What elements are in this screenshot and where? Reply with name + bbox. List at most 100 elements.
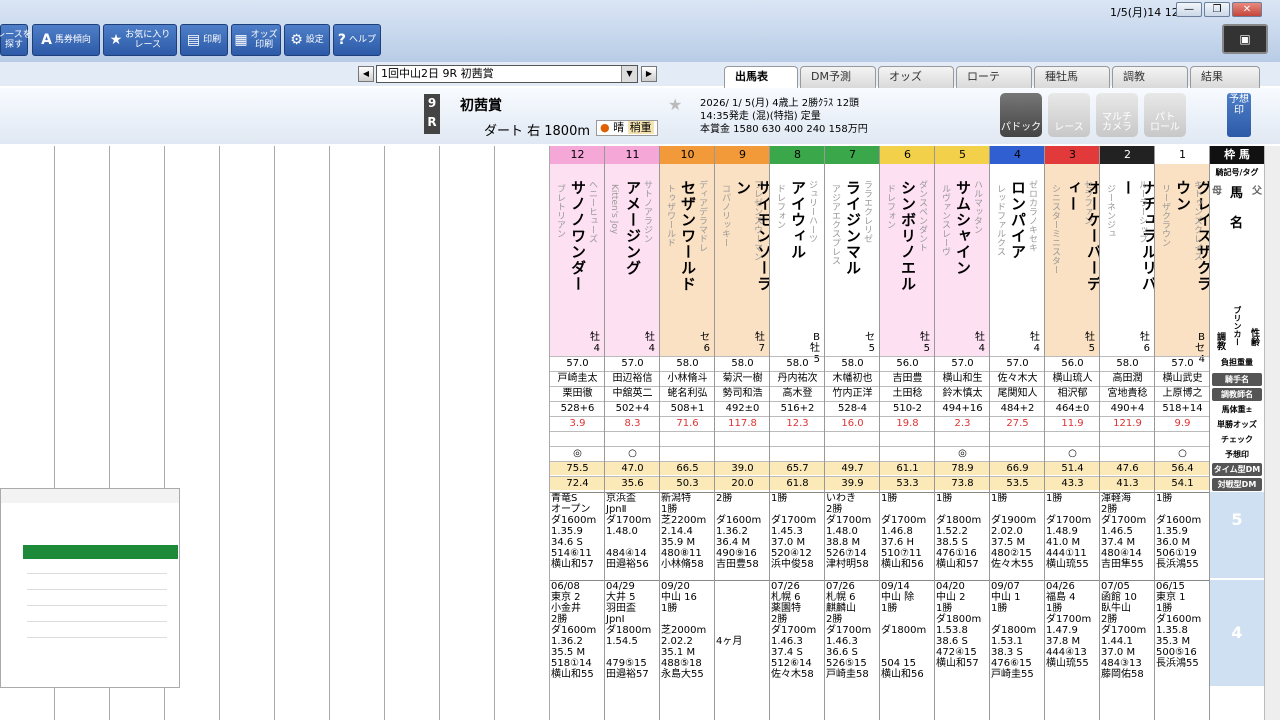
check-cell[interactable] bbox=[935, 431, 989, 445]
check-cell[interactable] bbox=[880, 431, 934, 445]
horse-column[interactable]: 11 Kitten's Joy アメージング サトノアラジン牡 4 57.0 田辺裕信 中舘… bbox=[605, 146, 660, 720]
horse-column[interactable]: 8 ドレフォン アイウィル ジュリーハーツ B 牡 5 58.0 丹内祐次 高木登 516+2 1… bbox=[770, 146, 825, 720]
past-race-2[interactable]: 06/08 東京 2 小金井 2勝 ダ1600m 1.36.2 35.5 M 5… bbox=[550, 580, 604, 686]
horse-name-block[interactable]: コパノリッキー サイモンソーラン フレゼンスウーマン bbox=[715, 180, 769, 300]
prediction-mark[interactable] bbox=[990, 446, 1044, 460]
jockey[interactable]: 高田潤 bbox=[1100, 371, 1154, 385]
tab-shutsuba[interactable]: 出馬表 bbox=[724, 66, 798, 88]
prediction-mark-button[interactable]: 予想印 bbox=[1227, 93, 1251, 137]
prediction-mark[interactable]: ○ bbox=[1155, 446, 1209, 460]
past-race-1[interactable]: 2勝 ダ1600m 1.36.2 36.4 M 490⑨16 吉田豊58 bbox=[715, 492, 769, 580]
horse-name-block[interactable]: Kitten's Joy アメージング サトノアラジン bbox=[605, 180, 659, 300]
jockey[interactable]: 佐々木大 bbox=[990, 371, 1044, 385]
race-video-button[interactable]: レース bbox=[1048, 93, 1090, 137]
horse-name-block[interactable]: リーザクラウン グレイスザクラウン キトゥンズクレイス bbox=[1155, 180, 1209, 300]
past-race-1[interactable]: 京浜盃 JpnⅡ ダ1700m 1.48.0 484④14 田邉裕56 bbox=[605, 492, 659, 580]
past-race-2[interactable]: 06/15 東京 1 1勝 ダ1600m 1.35.8 35.3 M 500⑤1… bbox=[1155, 580, 1209, 686]
tab-chokyo[interactable]: 調教 bbox=[1112, 66, 1188, 88]
check-cell[interactable] bbox=[715, 431, 769, 445]
prediction-mark[interactable] bbox=[660, 446, 714, 460]
horse-column[interactable]: 6 ドレフォン シンボリノエル ダンスペンダント牡 5 56.0 吉田豊 土田稔 510-2 1… bbox=[880, 146, 935, 720]
trainer[interactable]: 栗田徹 bbox=[550, 386, 604, 400]
past-race-1[interactable]: 1勝 ダ1700m 1.48.9 41.0 M 444①11 横山琉55 bbox=[1045, 492, 1099, 580]
past-race-1[interactable]: 1勝 ダ1700m 1.46.8 37.6 H 510⑦11 横山和56 bbox=[880, 492, 934, 580]
past-race-1[interactable]: 1勝 ダ1900m 2.02.0 37.5 M 480②15 佐々木55 bbox=[990, 492, 1044, 580]
multi-camera-button[interactable]: マルチ カメラ bbox=[1096, 93, 1138, 137]
trend-button[interactable]: A 馬券傾向 bbox=[32, 24, 100, 56]
search-race-button[interactable]: レースを 探す bbox=[0, 24, 32, 56]
jockey[interactable]: 小林脩斗 bbox=[660, 371, 714, 385]
trainer[interactable]: 蛯名利弘 bbox=[660, 386, 714, 400]
tab-odds[interactable]: オッズ bbox=[878, 66, 954, 88]
print-button[interactable]: ▤ 印刷 bbox=[180, 24, 228, 56]
jockey[interactable]: 田辺裕信 bbox=[605, 371, 659, 385]
favorite-race-button[interactable]: ★ お気に入り レース bbox=[103, 24, 177, 56]
horse-name-block[interactable]: ドレフォン アイウィル ジュリーハーツ bbox=[770, 180, 824, 300]
jockey[interactable]: 菊沢一樹 bbox=[715, 371, 769, 385]
check-cell[interactable] bbox=[550, 431, 604, 445]
past-race-2[interactable]: 04/29 大井 5 羽田盃 JpnⅠ ダ1800m 1.54.5 479⑤15… bbox=[605, 580, 659, 686]
check-cell[interactable] bbox=[605, 431, 659, 445]
prediction-mark[interactable] bbox=[825, 446, 879, 460]
tab-dm[interactable]: DM予測 bbox=[800, 66, 876, 88]
past-race-2[interactable]: 09/20 中山 16 1勝 芝2000m 2.02.2 35.1 M 488⑤… bbox=[660, 580, 714, 686]
horse-column[interactable]: 2 ジーネンジュ ナチュラルリバー ルーラーシップ牡 6 58.0 高田潤 宮地貴稔 490+… bbox=[1100, 146, 1155, 720]
horse-name-block[interactable]: ルヴァンスレーヴ サムシャイン ハルマッタン bbox=[935, 180, 989, 300]
trainer[interactable]: 勢司和浩 bbox=[715, 386, 769, 400]
help-button[interactable]: ? ヘルプ bbox=[333, 24, 381, 56]
check-cell[interactable] bbox=[1155, 431, 1209, 445]
past-race-1[interactable]: 渾軽海 2勝 ダ1700m 1.46.5 37.4 M 480④14 吉田隼55 bbox=[1100, 492, 1154, 580]
trainer[interactable]: 竹内正洋 bbox=[825, 386, 879, 400]
horse-name-block[interactable]: ドレフォン シンボリノエル ダンスペンダント bbox=[880, 180, 934, 300]
past-race-2[interactable]: 04/26 福島 4 1勝 ダ1700m 1.47.9 37.8 M 444④1… bbox=[1045, 580, 1099, 686]
horse-column[interactable]: 4 レッドファルクス ロンパイア ゼロカラノキセキ牡 4 57.0 佐々木大 尾関知人 484… bbox=[990, 146, 1045, 720]
trainer[interactable]: 相沢郁 bbox=[1045, 386, 1099, 400]
prediction-mark[interactable] bbox=[1100, 446, 1154, 460]
check-cell[interactable] bbox=[660, 431, 714, 445]
check-cell[interactable] bbox=[1100, 431, 1154, 445]
jockey[interactable]: 横山武史 bbox=[1155, 371, 1209, 385]
horse-name-block[interactable]: アジアエクスプレス ライジンマル ララエクレリゼ bbox=[825, 180, 879, 300]
horse-column[interactable]: 1 リーザクラウン グレイスザクラウン キトゥンズクレイス B セ 4 57.0 横山武史上… bbox=[1155, 146, 1210, 720]
tab-rote[interactable]: ローテ bbox=[956, 66, 1032, 88]
past-race-2[interactable]: 09/07 中山 1 1勝 ダ1800m 1.53.1 38.3 S 476⑥1… bbox=[990, 580, 1044, 686]
close-button[interactable]: ✕ bbox=[1232, 2, 1262, 17]
trainer[interactable]: 宮地貴稔 bbox=[1100, 386, 1154, 400]
check-cell[interactable] bbox=[990, 431, 1044, 445]
trainer[interactable]: 鈴木慎太 bbox=[935, 386, 989, 400]
prediction-mark[interactable]: ○ bbox=[605, 446, 659, 460]
prediction-mark[interactable] bbox=[880, 446, 934, 460]
trainer[interactable]: 高木登 bbox=[770, 386, 824, 400]
prediction-mark[interactable]: ○ bbox=[1045, 446, 1099, 460]
patrol-button[interactable]: パト ロール bbox=[1144, 93, 1186, 137]
horse-name-block[interactable]: トゥザワールド セザンワールド ディアデラマドレ bbox=[660, 180, 714, 300]
minimize-button[interactable]: — bbox=[1176, 2, 1202, 17]
check-cell[interactable] bbox=[1045, 431, 1099, 445]
prev-race-button[interactable]: ◀ bbox=[358, 66, 374, 82]
past-race-2[interactable]: 07/26 札幌 6 薬園特 2勝 ダ1700m 1.46.3 37.4 S 5… bbox=[770, 580, 824, 686]
check-cell[interactable] bbox=[770, 431, 824, 445]
trainer[interactable]: 上原博之 bbox=[1155, 386, 1209, 400]
trainer[interactable]: 土田稔 bbox=[880, 386, 934, 400]
past-race-1[interactable]: いわき 2勝 ダ1700m 1.48.0 38.8 M 526⑦14 津村明58 bbox=[825, 492, 879, 580]
past-race-1[interactable]: 1勝 ダ1800m 1.52.2 38.5 S 476①16 横山和57 bbox=[935, 492, 989, 580]
paddock-button[interactable]: パドック bbox=[1000, 93, 1042, 137]
horse-name-block[interactable]: レッドファルクス ロンパイア ゼロカラノキセキ bbox=[990, 180, 1044, 300]
settings-button[interactable]: ⚙ 設定 bbox=[284, 24, 330, 56]
odds-print-button[interactable]: ▦ オッズ 印刷 bbox=[231, 24, 281, 56]
horse-column[interactable]: 7 アジアエクスプレス ライジンマル ララエクレリゼセ 5 58.0 木幡初也 竹内正洋 52… bbox=[825, 146, 880, 720]
past-race-1[interactable]: 青竜S オープン ダ1600m 1.35.9 34.6 S 514⑥11 横山和… bbox=[550, 492, 604, 580]
horse-name-block[interactable]: シニスターミニスター オーケーバーディー セラファン bbox=[1045, 180, 1099, 300]
jockey[interactable]: 木幡初也 bbox=[825, 371, 879, 385]
prediction-mark[interactable]: ◎ bbox=[935, 446, 989, 460]
prediction-mark[interactable] bbox=[715, 446, 769, 460]
past-race-2[interactable]: 4ヶ月 bbox=[715, 580, 769, 686]
trainer[interactable]: 中舘英二 bbox=[605, 386, 659, 400]
check-cell[interactable] bbox=[825, 431, 879, 445]
race-select[interactable]: 1回中山2日 9R 初茜賞 ▼ bbox=[376, 65, 638, 83]
jockey[interactable]: 戸崎圭太 bbox=[550, 371, 604, 385]
past-race-1[interactable]: 新潟特 1勝 芝2200m 2.14.4 35.9 M 480⑧11 小林脩58 bbox=[660, 492, 714, 580]
past-race-2[interactable]: 07/05 函館 10 臥牛山 2勝 ダ1700m 1.44.1 37.0 M … bbox=[1100, 580, 1154, 686]
tab-sire[interactable]: 種牡馬 bbox=[1034, 66, 1110, 88]
horse-column[interactable]: 10 トゥザワールド セザンワールド ディアデラマドレセ 6 58.0 小林脩斗 蛯名利弘 5… bbox=[660, 146, 715, 720]
